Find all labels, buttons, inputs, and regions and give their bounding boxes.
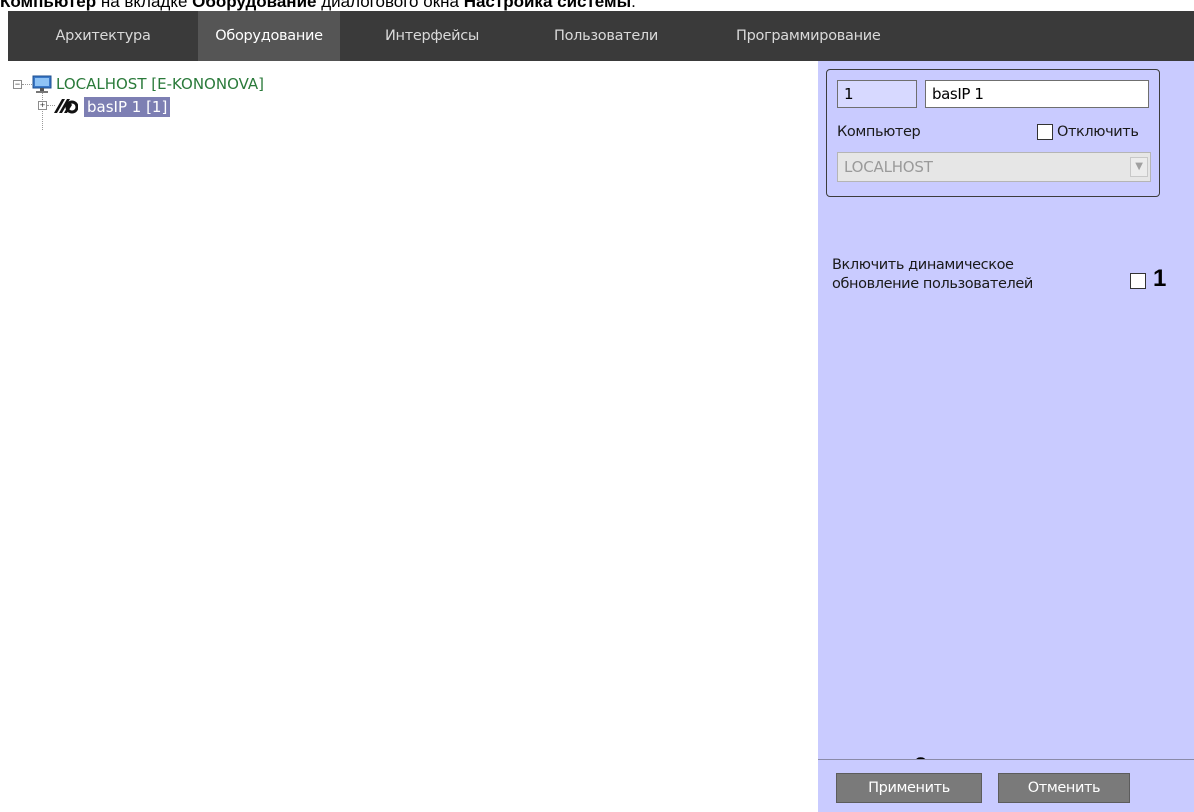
callout-marker-1: 1 [1153,265,1167,292]
settings-panel: 1 basIP 1 Компьютер Отключить LOCALHOST … [818,61,1194,812]
disable-checkbox[interactable] [1037,124,1053,140]
tree-node-localhost[interactable]: LOCALHOST [E-KONONOVA] [56,74,264,94]
dynamic-update-checkbox[interactable] [1130,273,1146,289]
caption-bold-hardware: Оборудование [192,0,317,11]
tree-connector-vertical [42,90,43,130]
tab-programming[interactable]: Программирование [698,11,908,61]
tab-bar: Архитектура Оборудование Интерфейсы Поль… [8,11,1194,61]
object-id-field[interactable]: 1 [837,80,917,108]
caption-bold-computer: Компьютер [0,0,97,11]
caption-bold-settings: Настройка системы [463,0,632,11]
computer-select-value: LOCALHOST [844,158,933,176]
cancel-button[interactable]: Отменить [998,773,1130,803]
caption-text: на вкладке [96,0,193,11]
object-properties-group: 1 basIP 1 Компьютер Отключить LOCALHOST … [826,69,1160,197]
dialog-button-bar: Применить Отменить [818,759,1194,812]
system-settings-window: Архитектура Оборудование Интерфейсы Поль… [8,11,1194,812]
collapse-icon[interactable]: − [13,80,22,89]
basip-device-icon [52,96,79,116]
computer-icon [31,75,53,95]
doc-caption: Компьютер на вкладке Оборудование диалог… [0,0,636,11]
chevron-down-icon: ▼ [1130,157,1148,177]
disable-label: Отключить [1057,124,1139,140]
object-name-field[interactable]: basIP 1 [925,80,1149,108]
caption-text-2: диалогового окна [316,0,464,11]
dynamic-update-label-line2: обновление пользователей [832,276,1033,292]
hardware-tree: − LOCALHOST [E-KONONOVA] + basIP 1 [1] [8,61,818,811]
tab-interfaces[interactable]: Интерфейсы [346,11,518,61]
tab-architecture[interactable]: Архитектура [8,11,198,61]
apply-button[interactable]: Применить [836,773,982,803]
dynamic-update-label-line1: Включить динамическое [832,257,1014,273]
tab-users[interactable]: Пользователи [520,11,692,61]
tab-hardware[interactable]: Оборудование [198,11,340,61]
computer-select: LOCALHOST ▼ [837,152,1151,182]
computer-label: Компьютер [837,124,921,140]
expand-icon[interactable]: + [38,101,47,110]
tree-node-basip[interactable]: basIP 1 [1] [84,97,171,117]
caption-period: . [631,0,636,11]
